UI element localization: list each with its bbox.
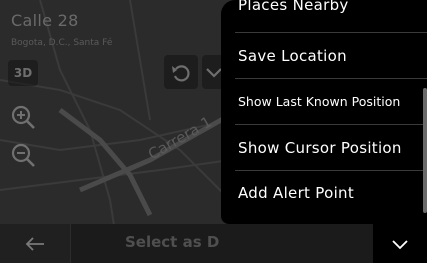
context-menu: Places Nearby Save Location Show Last Kn… (221, 0, 427, 224)
view-mode-label: 3D (13, 66, 33, 80)
zoom-out-icon (11, 143, 35, 167)
arrow-left-icon (25, 236, 44, 251)
location-title: Calle 28 (11, 11, 79, 30)
view-mode-3d-button[interactable]: 3D (8, 60, 38, 86)
zoom-out-button[interactable] (6, 138, 40, 172)
zoom-in-button[interactable] (6, 100, 40, 134)
menu-item-places-nearby[interactable]: Places Nearby (221, 0, 427, 27)
select-as-destination-button[interactable]: Select as D (125, 233, 219, 251)
menu-item-save-location[interactable]: Save Location (221, 33, 427, 78)
menu-more-button[interactable] (373, 224, 427, 263)
menu-item-show-last-known-position[interactable]: Show Last Known Position (221, 79, 427, 124)
bottom-bar: Select as D (0, 224, 427, 263)
menu-item-show-cursor-position[interactable]: Show Cursor Position (221, 125, 427, 170)
zoom-in-icon (11, 105, 35, 129)
back-button[interactable] (0, 224, 71, 263)
menu-scrollbar[interactable] (423, 88, 427, 213)
chevron-down-icon (392, 239, 408, 249)
menu-item-add-alert-point[interactable]: Add Alert Point (221, 170, 427, 215)
location-subtitle: Bogota, D.C., Santa Fé (11, 38, 113, 48)
undo-button[interactable] (164, 55, 198, 89)
undo-icon (172, 65, 190, 82)
